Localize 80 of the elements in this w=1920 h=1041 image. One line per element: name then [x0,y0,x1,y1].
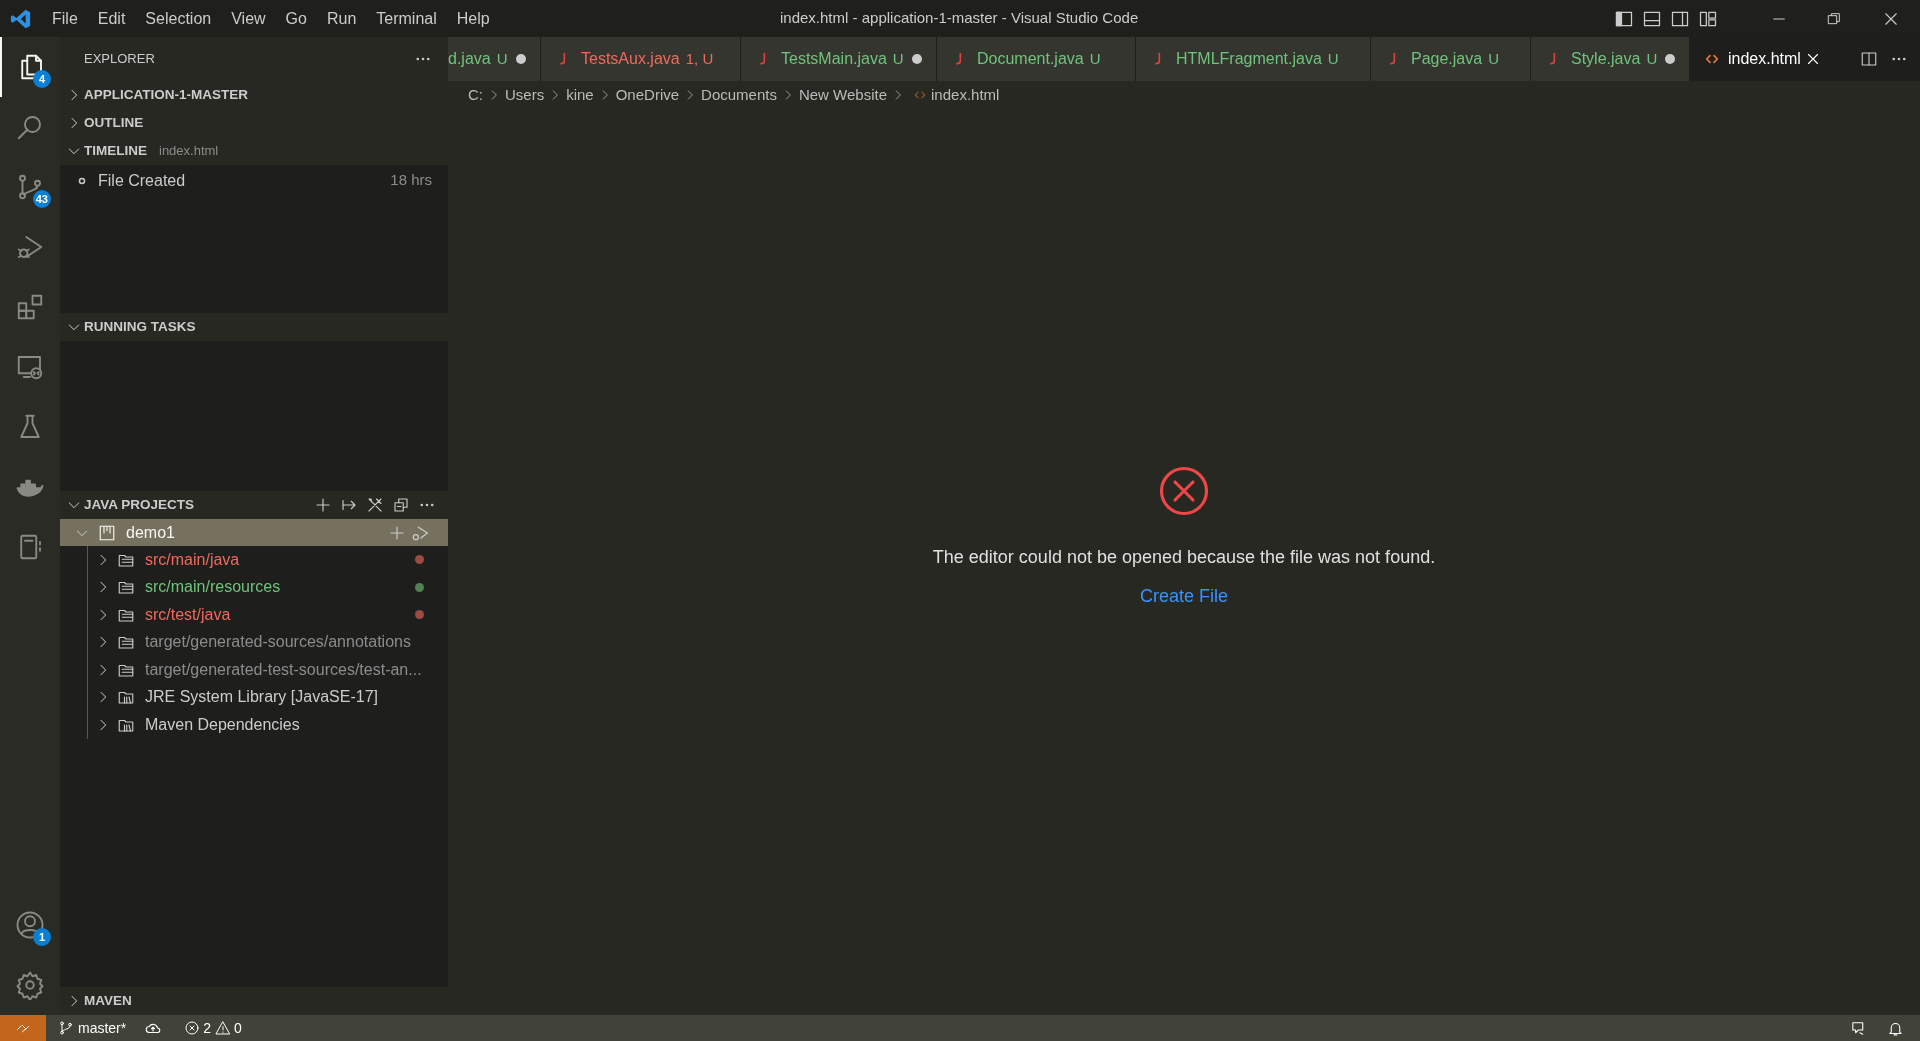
tree-item[interactable]: src/main/resources [88,573,448,601]
file-decoration: U [892,48,904,69]
file-decoration: U [1488,48,1499,69]
project-item[interactable]: demo1 [60,519,448,546]
section-header[interactable]: RUNNING TASKS [60,313,448,341]
timestamp: 18 hrs [390,170,432,191]
breadcrumb-item[interactable]: Documents [701,83,777,107]
section-header[interactable]: JAVA PROJECTS [60,491,448,519]
file-decoration: U [496,48,508,69]
tree-item[interactable]: src/test/java [88,601,448,629]
accounts-icon [15,910,45,940]
tree-item[interactable]: src/main/java [88,546,448,574]
file-decoration: U [1327,48,1339,69]
section-title: JAVA PROJECTS [84,495,195,514]
error-icon [184,1020,201,1036]
menu-item[interactable]: Run [316,6,367,31]
breadcrumb-item[interactable]: index.html [931,83,1000,107]
editor-tab[interactable]: Style.java U [1531,37,1690,81]
section-title: TIMELINE [84,141,147,160]
collapse-all-icon[interactable] [392,496,410,514]
warning-icon [215,1020,232,1036]
editor-tab[interactable]: TestsAux.java 1, U [541,37,741,81]
activity-accounts-button[interactable]: 1 [0,895,60,955]
problems-button[interactable]: 2 0 [180,1017,246,1039]
section-title: APPLICATION-1-MASTER [84,85,248,104]
split-editor-icon[interactable] [1860,50,1878,68]
menu-item[interactable]: Selection [135,6,222,31]
error-message: The editor could not be opened because the file was not found. [932,546,1436,569]
branch-icon [58,1020,74,1036]
breadcrumb-item[interactable]: C: [468,83,483,107]
menu-item[interactable]: Edit [87,6,136,31]
editor-tab[interactable]: Page.java U [1371,37,1531,81]
timeline-item[interactable]: File Created 18 hrs [60,167,448,194]
editor-tab[interactable]: TestsMain.java U [741,37,937,81]
tree-item[interactable]: target/generated-test-sources/test-an... [88,656,448,684]
error-icon [1157,464,1211,518]
breadcrumb-item[interactable]: Users [505,83,545,107]
create-file-link[interactable]: Create File [1140,583,1228,610]
file-decoration: U [1646,48,1658,69]
section-header[interactable]: APPLICATION-1-MASTER [60,81,448,109]
menu-item[interactable]: Go [275,6,317,31]
html-file-icon [913,88,928,102]
section-header[interactable]: TIMELINE index.html [60,137,448,165]
tree-item[interactable]: Maven Dependencies [88,711,448,739]
warning-count: 0 [234,1018,242,1038]
file-decoration: U [1089,48,1101,69]
section-title: MAVEN [84,991,132,1010]
section-title: RUNNING TASKS [84,317,196,336]
error-count: 2 [203,1018,212,1038]
menu-item[interactable]: Terminal [366,6,447,31]
tree-item[interactable]: target/generated-sources/annotations [88,628,448,656]
activity-source-control-button[interactable]: 43 [0,157,60,217]
section-description: index.html [159,142,219,161]
project-icon [98,523,116,542]
breadcrumb-item[interactable]: OneDrive [615,83,680,107]
count-badge: 43 [32,190,51,208]
menu-item[interactable]: Help [446,6,500,31]
restore-icon[interactable] [1826,10,1842,27]
editor-tab[interactable]: HTMLFragment.java U [1136,37,1371,81]
section-title: OUTLINE [84,113,144,132]
extensions-icon [15,292,45,322]
menu-item[interactable]: File [42,6,88,31]
window-title: index.html - application-1-master - Visual Studio Code [780,8,1139,29]
settings-icon [15,970,45,1000]
count-badge: 4 [33,70,51,88]
sidebar-title: EXPLORER [84,50,155,69]
add-icon[interactable] [314,496,332,514]
section-header[interactable]: MAVEN [60,987,448,1015]
vscode-logo-icon [10,7,32,30]
branch-button[interactable]: master* [54,1017,131,1039]
menu-item[interactable]: View [221,6,276,31]
tree-item[interactable]: JRE System Library [JavaSE-17] [88,683,448,711]
editor-tab[interactable]: Document.java U [937,37,1136,81]
tools-icon[interactable] [366,496,384,514]
count-badge: 1 [33,928,51,946]
editor-tab[interactable]: d.java U [448,37,541,81]
section-header[interactable]: OUTLINE [60,109,448,137]
breadcrumb-item[interactable]: New Website [798,83,888,107]
file-decoration: 1, U [685,48,714,69]
breadcrumb-item[interactable]: kine [566,83,594,107]
